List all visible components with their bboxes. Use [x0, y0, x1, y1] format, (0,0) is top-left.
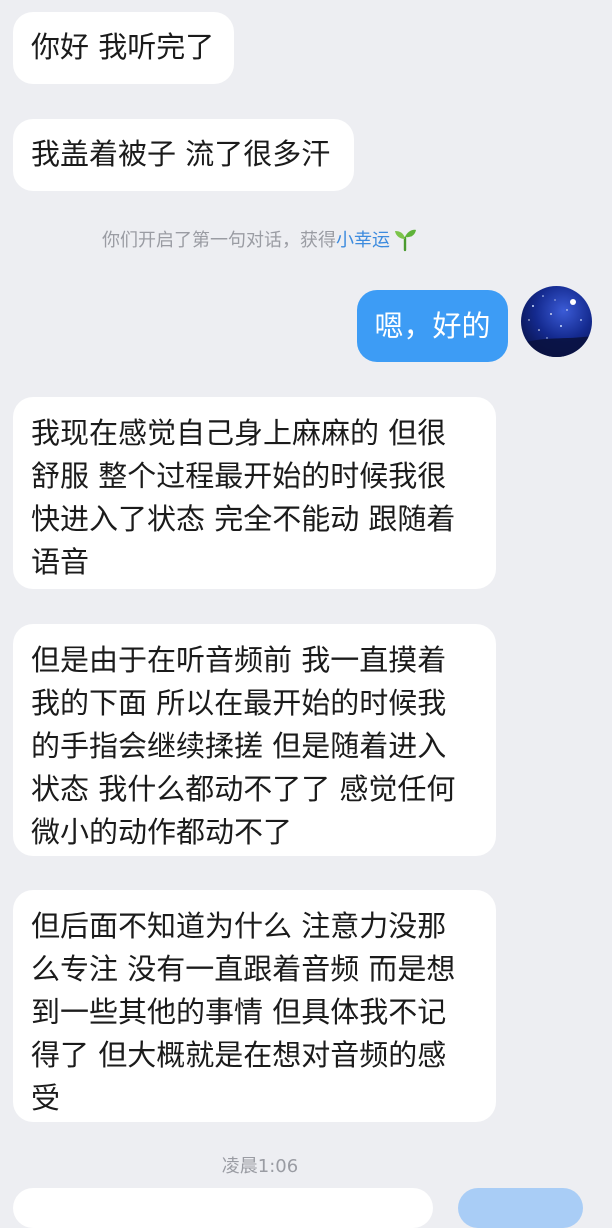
- sprout-icon: [392, 226, 418, 262]
- incoming-message[interactable]: 你好 我听完了: [13, 12, 234, 84]
- incoming-message[interactable]: 我盖着被子 流了很多汗: [13, 119, 354, 191]
- incoming-message-partial[interactable]: [13, 1188, 433, 1228]
- incoming-message[interactable]: 我现在感觉自己身上麻麻的 但很 舒服 整个过程最开始的时候我很 快进入了状态 完…: [13, 397, 496, 589]
- incoming-message[interactable]: 但后面不知道为什么 注意力没那 么专注 没有一直跟着音频 而是想 到一些其他的事…: [13, 890, 496, 1122]
- avatar[interactable]: [521, 286, 592, 357]
- chat-thread: 你好 我听完了 我盖着被子 流了很多汗 你们开启了第一句对话，获得小幸运 嗯，好…: [0, 0, 612, 1228]
- system-notice: 你们开启了第一句对话，获得小幸运: [0, 226, 520, 262]
- system-notice-text: 你们开启了第一句对话，获得: [102, 230, 336, 251]
- incoming-message[interactable]: 但是由于在听音频前 我一直摸着 我的下面 所以在最开始的时候我 的手指会继续揉搓…: [13, 624, 496, 856]
- outgoing-message-partial[interactable]: [458, 1188, 583, 1228]
- lucky-link[interactable]: 小幸运: [336, 230, 390, 251]
- starry-night-avatar: [521, 295, 592, 357]
- outgoing-message[interactable]: 嗯，好的: [357, 290, 508, 362]
- message-timestamp: 凌晨1:06: [221, 1156, 299, 1177]
